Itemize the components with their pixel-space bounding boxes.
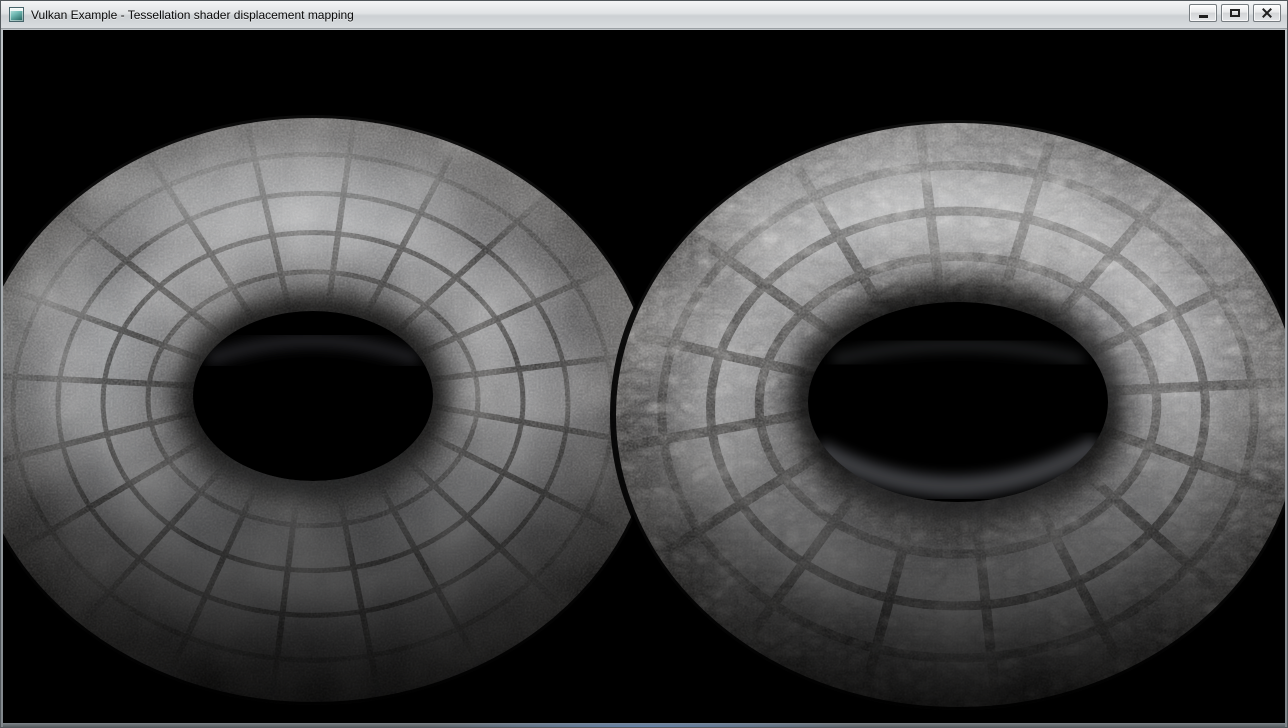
- maximize-button[interactable]: [1221, 4, 1249, 22]
- render-viewport[interactable]: [3, 30, 1285, 723]
- app-window: Vulkan Example - Tessellation shader dis…: [0, 0, 1288, 728]
- window-title: Vulkan Example - Tessellation shader dis…: [31, 8, 354, 22]
- close-icon: [1261, 7, 1273, 19]
- minimize-icon: [1199, 15, 1208, 18]
- title-bar[interactable]: Vulkan Example - Tessellation shader dis…: [1, 1, 1287, 29]
- maximize-icon: [1230, 9, 1240, 17]
- app-icon: [9, 7, 24, 22]
- close-button[interactable]: [1253, 4, 1281, 22]
- torus-scene: [3, 30, 1285, 723]
- window-controls: [1189, 1, 1281, 22]
- window-bottom-border: [3, 723, 1285, 727]
- minimize-button[interactable]: [1189, 4, 1217, 22]
